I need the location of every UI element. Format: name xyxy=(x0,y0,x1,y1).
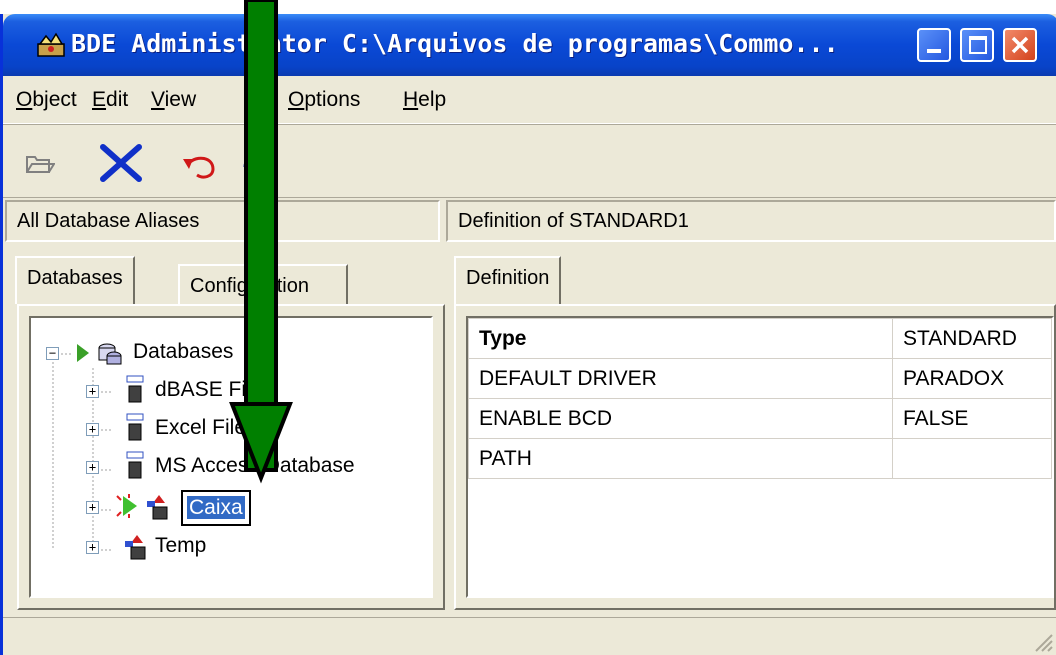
expand-icon[interactable]: + xyxy=(86,501,99,514)
grid-row[interactable]: PATH xyxy=(468,438,1052,479)
grid-value[interactable]: PARADOX xyxy=(892,358,1052,399)
tree-item-dbase[interactable]: + dBASE Files xyxy=(31,374,431,410)
maximize-button[interactable] xyxy=(960,28,994,62)
menu-options[interactable]: Options xyxy=(288,88,360,112)
grid-value[interactable]: FALSE xyxy=(892,398,1052,439)
driver-icon xyxy=(126,413,144,441)
expand-icon[interactable]: + xyxy=(86,385,99,398)
grid-key: DEFAULT DRIVER xyxy=(468,358,893,399)
tree-label-root: Databases xyxy=(133,340,234,363)
tree-item-caixa[interactable]: + Caixa xyxy=(31,490,431,526)
delete-icon[interactable] xyxy=(99,143,143,183)
menu-view[interactable]: View xyxy=(151,88,196,112)
undo-icon[interactable] xyxy=(179,153,219,181)
tree-label: dBASE Files xyxy=(155,378,273,401)
bde-app-icon xyxy=(37,32,65,57)
resize-grip-icon[interactable] xyxy=(1032,631,1054,653)
databases-icon xyxy=(98,343,122,365)
expand-icon[interactable]: + xyxy=(86,461,99,474)
menu-edit[interactable]: Edit xyxy=(92,88,128,112)
tree-label: Excel Files xyxy=(155,416,257,439)
grid-row[interactable]: Type STANDARD xyxy=(468,318,1052,359)
grid-value[interactable] xyxy=(892,438,1052,479)
expand-icon[interactable]: + xyxy=(86,423,99,436)
tree-item-excel[interactable]: + Excel Files xyxy=(31,412,431,448)
grid-key: Type xyxy=(468,318,893,359)
alias-icon xyxy=(125,535,146,560)
tree-label: Temp xyxy=(155,534,207,557)
rename-text: Caixa xyxy=(187,496,245,519)
tab-definition[interactable]: Definition xyxy=(454,256,562,304)
close-icon xyxy=(1011,36,1029,54)
rename-field[interactable]: Caixa xyxy=(181,490,251,526)
menu-object[interactable]: Object xyxy=(16,88,77,112)
menu-bar: Object Edit View Options Help xyxy=(3,76,1056,124)
tree-item-root[interactable]: − Databases xyxy=(31,336,431,372)
driver-icon xyxy=(126,375,144,403)
status-bar xyxy=(3,617,1056,655)
definition-grid: Type STANDARD DEFAULT DRIVER PARADOX ENA… xyxy=(468,318,1052,479)
databases-panel: − Databases + dBASE Files + Excel Files … xyxy=(17,304,445,610)
alias-icon xyxy=(147,495,168,520)
title-bar[interactable]: BDE Administrator C:\Arquivos de program… xyxy=(3,14,1056,76)
collapse-icon[interactable]: − xyxy=(46,347,59,360)
green-arrow-icon xyxy=(77,344,89,362)
tab-databases[interactable]: Databases xyxy=(15,256,135,304)
grid-key: PATH xyxy=(468,438,893,479)
window-title: BDE Administrator C:\Arquivos de program… xyxy=(71,29,839,58)
close-button[interactable] xyxy=(1003,28,1037,62)
open-icon[interactable] xyxy=(25,153,55,175)
apply-icon[interactable] xyxy=(239,149,279,179)
minimize-icon xyxy=(927,49,941,53)
right-pane-header: Definition of STANDARD1 xyxy=(446,200,1056,242)
tree-item-temp[interactable]: + Temp xyxy=(31,530,431,566)
database-tree: − Databases + dBASE Files + Excel Files … xyxy=(29,316,433,598)
driver-icon xyxy=(126,451,144,479)
grid-value[interactable]: STANDARD xyxy=(892,318,1052,359)
minimize-button[interactable] xyxy=(917,28,951,62)
tree-item-msaccess[interactable]: + MS Access Database xyxy=(31,450,431,486)
toolbar xyxy=(3,124,1056,198)
expand-icon[interactable]: + xyxy=(86,541,99,554)
tab-configuration[interactable]: Configuration xyxy=(178,264,348,308)
tree-label: MS Access Database xyxy=(155,454,355,477)
definition-grid-frame: Type STANDARD DEFAULT DRIVER PARADOX ENA… xyxy=(466,316,1054,598)
grid-key: ENABLE BCD xyxy=(468,398,893,439)
grid-row[interactable]: ENABLE BCD FALSE xyxy=(468,398,1052,439)
grid-row[interactable]: DEFAULT DRIVER PARADOX xyxy=(468,358,1052,399)
left-pane-header: All Database Aliases xyxy=(5,200,440,242)
menu-help[interactable]: Help xyxy=(403,88,446,112)
definition-panel: Type STANDARD DEFAULT DRIVER PARADOX ENA… xyxy=(454,304,1056,610)
new-alias-arrow-icon xyxy=(116,494,137,518)
bde-window: BDE Administrator C:\Arquivos de program… xyxy=(0,14,1056,655)
maximize-icon xyxy=(969,36,987,54)
